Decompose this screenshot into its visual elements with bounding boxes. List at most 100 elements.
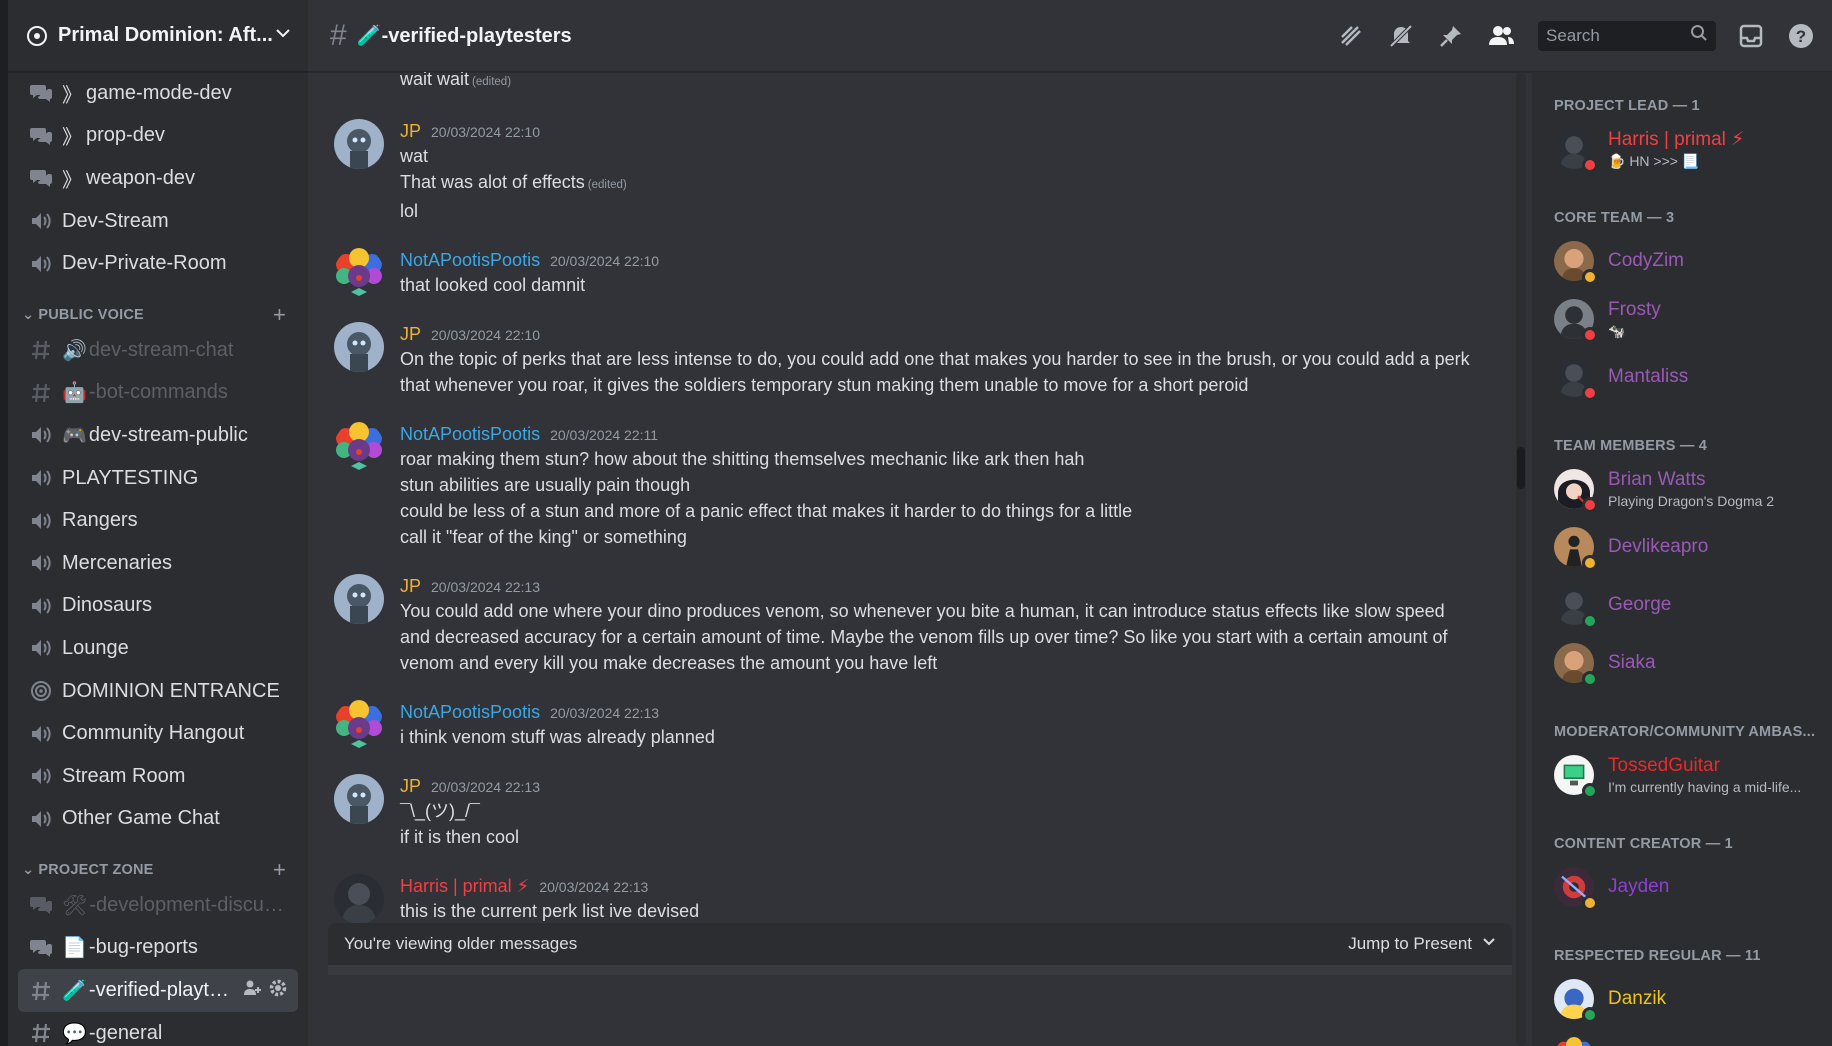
chevron-down-icon[interactable] [274,24,292,47]
search-icon[interactable] [1690,24,1708,47]
member-item[interactable]: George [1554,576,1820,634]
member-item[interactable]: CodyZim [1554,232,1820,290]
channel-label: Lounge [62,636,129,659]
avatar[interactable] [334,422,384,472]
thread-chevron-icon: 》 [62,84,82,107]
member-text: TossedGuitar I'm currently having a mid-l… [1608,755,1801,795]
author-name[interactable]: JP [400,776,421,797]
scrollbar[interactable] [1516,72,1526,1046]
member-item[interactable]: Harris | primal ⚡ 🍺 HN >>> 📃 [1554,120,1820,178]
author-name[interactable]: NotAPootisPootis [400,424,540,445]
server-header[interactable]: Primal Dominion: Aft... [8,0,308,72]
chevron-down-icon: ⌄ [22,862,35,879]
channel-list: 》 game-mode-dev 》 prop-dev 》 weapon-dev Dev-St… [8,72,308,1046]
author-name[interactable]: Harris | primal ⚡ [400,876,529,897]
avatar[interactable] [334,248,384,298]
search-input[interactable] [1546,25,1690,46]
message-header: JP 20/03/2024 22:13 [400,770,1472,798]
message-text: lol [400,201,419,221]
pin-icon[interactable] [1436,21,1466,51]
channel-emoji: 💬 [62,1022,87,1045]
channel-label: Dev-Private-Room [62,252,227,275]
author-name[interactable]: JP [400,576,421,597]
member-name: TossedGuitar [1608,755,1720,776]
member-item[interactable]: TossedGuitar I'm currently having a mid-l… [1554,746,1820,804]
member-item[interactable]: Siaka [1554,634,1820,692]
message-header: NotAPootisPootis 20/03/2024 22:10 [400,244,1472,272]
category-project-zone[interactable]: ⌄ PROJECT ZONE + [18,840,298,884]
threads-icon[interactable] [1336,21,1366,51]
channel-item[interactable]: 🧪 -verified-playte... [18,969,298,1012]
help-icon[interactable]: ? [1786,21,1816,51]
member-text: Harris | primal ⚡ 🍺 HN >>> 📃 [1608,128,1745,170]
channel-item[interactable]: 📄 -bug-reports [18,927,298,970]
gear-icon[interactable] [268,978,288,1004]
text-hash-icon [28,337,54,363]
author-name[interactable]: NotAPootisPootis [400,250,540,271]
message-group: NotAPootisPootis 20/03/2024 22:13 i think … [324,696,1532,750]
message-header: Harris | primal ⚡ 20/03/2024 22:13 [400,870,1472,898]
member-item[interactable]: Mantaliss [1554,348,1820,406]
channel-item[interactable]: Community Hangout [18,712,298,755]
role-header: CORE TEAM — 3 [1554,210,1675,226]
channel-item[interactable]: Dinosaurs [18,585,298,628]
channel-item[interactable]: 💬 -general [18,1012,298,1046]
forum-thread-icon [28,165,54,191]
channel-item[interactable]: 🛠 -development-discuss... [18,884,298,927]
member-item[interactable]: Devlikeapro [1554,518,1820,576]
author-name[interactable]: NotAPootisPootis [400,702,540,723]
add-channel-icon[interactable]: + [273,303,286,325]
channel-item[interactable]: 🔊 dev-stream-chat [18,329,298,372]
member-item[interactable]: Frosty 🐄 [1554,290,1820,348]
author-name[interactable]: JP [400,121,421,142]
channel-label: -bug-reports [88,936,198,959]
status-dnd-icon [1582,327,1598,343]
message-composer[interactable] [328,965,1512,975]
notifications-muted-icon[interactable] [1386,21,1416,51]
invite-icon[interactable] [242,978,262,1004]
member-item[interactable]: Firestar0024 [1554,1028,1820,1046]
category-public-voice[interactable]: ⌄ PUBLIC VOICE + [18,285,298,329]
author-name[interactable]: JP [400,324,421,345]
member-item[interactable]: Brian Watts Playing Dragon's Dogma 2 [1554,460,1820,518]
status-online-icon [1582,783,1598,799]
avatar[interactable] [334,774,384,824]
channel-item[interactable]: PLAYTESTING [18,457,298,500]
members-icon[interactable] [1486,21,1516,51]
avatar[interactable] [334,574,384,624]
channel-label: -verified-playte... [88,979,236,1002]
avatar[interactable] [334,322,384,372]
channel-item[interactable]: 》 prop-dev [18,115,298,158]
member-item[interactable]: Jayden [1554,858,1820,916]
add-channel-icon[interactable]: + [273,859,286,881]
channel-item[interactable]: Rangers [18,499,298,542]
channel-item[interactable]: Dev-Private-Room [18,242,298,285]
chevron-down-icon: ⌄ [22,306,35,323]
member-item[interactable]: Danzik [1554,970,1820,1028]
jump-to-present-button[interactable]: Jump to Present [1348,934,1496,954]
channel-item[interactable]: DOMINION ENTRANCE [18,670,298,713]
message-line: if it is then cool [400,824,1472,850]
channel-item[interactable]: 》 weapon-dev [18,157,298,200]
channel-item[interactable]: 🤖 -bot-commands [18,372,298,415]
channel-item[interactable]: Stream Room [18,755,298,798]
scrollbar-thumb[interactable] [1517,447,1525,489]
message-line: that looked cool damnit [400,272,1472,298]
inbox-icon[interactable] [1736,21,1766,51]
search-bar[interactable] [1538,20,1716,51]
voice-speaker-icon [28,550,54,576]
avatar [1554,357,1598,401]
channel-item[interactable]: Mercenaries [18,542,298,585]
avatar[interactable] [334,119,384,169]
forum-thread-icon [28,123,54,149]
message-line: this is the current perk list ive devise… [400,898,1472,924]
avatar[interactable] [334,700,384,750]
message-group: NotAPootisPootis 20/03/2024 22:10 that loo… [324,244,1532,298]
channel-item[interactable]: 🎮 dev-stream-public [18,414,298,457]
channel-item[interactable]: Lounge [18,627,298,670]
avatar[interactable] [334,874,384,924]
forum-thread-icon [28,892,54,918]
channel-item[interactable]: Dev-Stream [18,200,298,243]
channel-item[interactable]: 》 game-mode-dev [18,72,298,115]
channel-item[interactable]: Other Game Chat [18,798,298,841]
